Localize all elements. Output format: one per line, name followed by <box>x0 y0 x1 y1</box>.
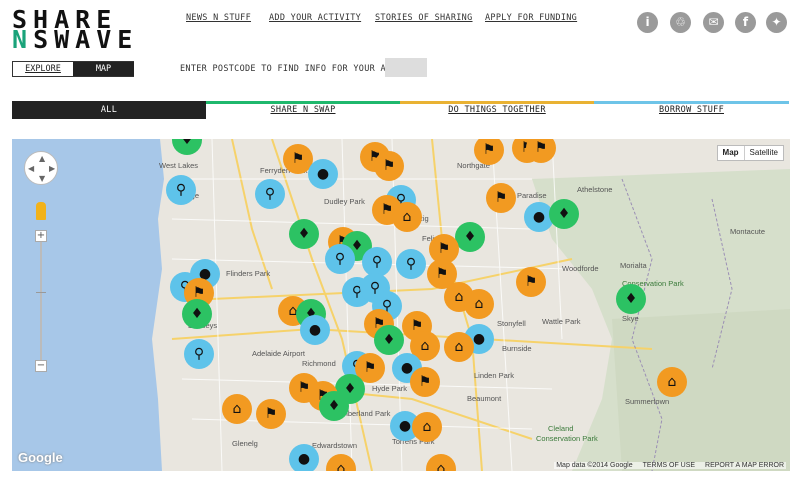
house-marker[interactable]: ⌂ <box>222 394 252 424</box>
activity-marker[interactable]: ⚑ <box>516 267 546 297</box>
explore-button[interactable]: EXPLORE <box>13 62 73 76</box>
house-marker[interactable]: ⌂ <box>657 367 687 397</box>
share-marker[interactable]: ♦ <box>616 284 646 314</box>
house-marker[interactable]: ⌂ <box>392 202 422 232</box>
tab-share-n-swap[interactable]: SHARE N SWAP <box>206 101 400 119</box>
map-button[interactable]: MAP <box>73 62 134 76</box>
info-icon[interactable]: i <box>637 12 658 33</box>
pan-control[interactable]: ▲ ▼ ◀ ▶ <box>24 151 58 185</box>
tab-do-things-together[interactable]: DO THINGS TOGETHER <box>400 101 594 119</box>
terms-link[interactable]: TERMS OF USE <box>643 462 696 469</box>
map-type-control: Map Satellite <box>716 145 784 161</box>
map-attribution: Map data ©2014 Google TERMS OF USE REPOR… <box>554 462 786 469</box>
nav-add-activity[interactable]: ADD YOUR ACTIVITY <box>269 13 361 23</box>
zoom-slider-handle[interactable] <box>36 292 46 293</box>
postcode-input[interactable] <box>385 58 427 77</box>
house-marker[interactable]: ⌂ <box>412 412 442 442</box>
nav-funding[interactable]: APPLY FOR FUNDING <box>485 13 577 23</box>
activity-marker[interactable]: ⚑ <box>256 399 286 429</box>
map-type-satellite[interactable]: Satellite <box>745 146 783 160</box>
twitter-icon[interactable]: ✦ <box>766 12 787 33</box>
map-type-map[interactable]: Map <box>718 146 745 160</box>
map-view[interactable]: West Lakes Grange Ferryden Park Northgat… <box>12 139 790 471</box>
share-marker[interactable]: ♦ <box>289 219 319 249</box>
facebook-icon[interactable]: f <box>735 12 756 33</box>
category-tabs: ALL SHARE N SWAP DO THINGS TOGETHER BORR… <box>12 101 789 119</box>
page: SHARE NSWAVE NEWS N STUFF ADD YOUR ACTIV… <box>0 0 800 481</box>
share-marker[interactable]: ♦ <box>455 222 485 252</box>
nav-stories[interactable]: STORIES OF SHARING <box>375 13 473 23</box>
postcode-label: ENTER POSTCODE TO FIND INFO FOR YOUR ARE… <box>180 64 403 74</box>
nav-news[interactable]: NEWS N STUFF <box>186 13 251 23</box>
tab-borrow-stuff[interactable]: BORROW STUFF <box>594 101 789 119</box>
share-marker[interactable]: ♦ <box>374 325 404 355</box>
activity-marker[interactable]: ⚑ <box>374 151 404 181</box>
bike-marker[interactable]: ⚲ <box>325 244 355 274</box>
report-error-link[interactable]: REPORT A MAP ERROR <box>705 462 784 469</box>
tab-all[interactable]: ALL <box>12 101 206 119</box>
teddy-marker[interactable]: ● <box>308 159 338 189</box>
activity-marker[interactable]: ⚑ <box>486 183 516 213</box>
google-logo: Google <box>18 450 63 465</box>
teddy-marker[interactable]: ● <box>289 444 319 471</box>
share-marker[interactable]: ♦ <box>549 199 579 229</box>
bike-marker[interactable]: ⚲ <box>184 339 214 369</box>
house-marker[interactable]: ⌂ <box>444 332 474 362</box>
bike-marker[interactable]: ⚲ <box>255 179 285 209</box>
bike-marker[interactable]: ⚲ <box>166 175 196 205</box>
zoom-out-button[interactable]: − <box>35 360 47 372</box>
activity-marker[interactable]: ⚑ <box>410 367 440 397</box>
view-toggle: EXPLORE MAP <box>12 61 134 77</box>
pegman-icon[interactable] <box>36 202 46 220</box>
house-marker[interactable]: ⌂ <box>464 289 494 319</box>
logo-n: N <box>12 25 34 54</box>
share-marker[interactable]: ♦ <box>319 391 349 421</box>
share-logo-icon[interactable]: ♲ <box>670 12 691 33</box>
share-marker[interactable]: ♦ <box>182 299 212 329</box>
zoom-slider[interactable] <box>40 235 42 363</box>
mail-icon[interactable]: ✉ <box>703 12 724 33</box>
site-logo[interactable]: SHARE NSWAVE <box>12 7 138 52</box>
teddy-marker[interactable]: ● <box>300 315 330 345</box>
zoom-in-button[interactable]: + <box>35 230 47 242</box>
bike-marker[interactable]: ⚲ <box>396 249 426 279</box>
logo-line-2: SWAVE <box>33 25 139 54</box>
